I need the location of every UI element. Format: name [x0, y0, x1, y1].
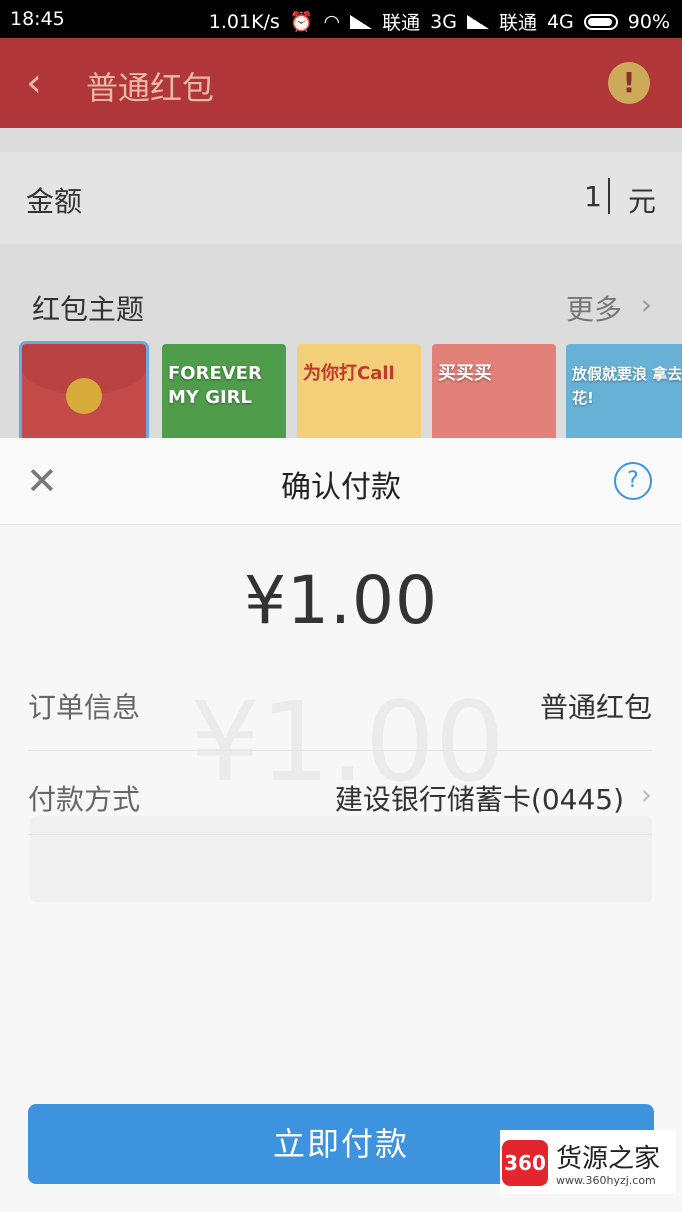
status-right: 1.01K/s ⏰ ◠ 联通 3G 联通 4G 90% [209, 8, 670, 35]
payment-method-value: 建设银行储蓄卡(0445) [334, 783, 624, 816]
order-info-value: 普通红包 [539, 691, 652, 724]
amount-label: 金额 [26, 185, 83, 218]
payment-method-row[interactable]: 付款方式 建设银行储蓄卡(0445) › [28, 750, 652, 840]
app-header: ‹ 普通红包 ! [0, 38, 682, 128]
watermark-brand: 货源之家 [556, 1144, 661, 1174]
order-info-label: 订单信息 [28, 691, 141, 724]
theme-card-text: 买买买 [438, 363, 492, 384]
net-speed: 1.01K/s [208, 10, 280, 33]
theme-card-text: 为你打Call [303, 363, 395, 384]
help-icon[interactable]: ? [614, 462, 652, 500]
alarm-icon: ⏰ [289, 11, 314, 33]
payment-amount: ¥1.00 [244, 562, 438, 639]
text-caret [608, 178, 610, 214]
confirm-payment-sheet: ✕ 确认付款 ? ¥1.00 ¥1.00 订单信息 普通红包 付款方式 建设银行… [0, 438, 682, 1212]
sheet-header: ✕ 确认付款 ? [0, 438, 682, 525]
carrier-2: 联通 [498, 12, 537, 34]
coin-icon [66, 378, 102, 414]
signal-icon-2 [466, 14, 489, 29]
divider [28, 834, 652, 835]
battery-level: 90% [627, 10, 670, 33]
carrier-1: 联通 [382, 12, 421, 34]
status-bar: 18:45 1.01K/s ⏰ ◠ 联通 3G 联通 4G 90% [0, 0, 682, 38]
amount-row[interactable]: 金额 1 元 [0, 152, 682, 244]
theme-section-title: 红包主题 [32, 293, 145, 326]
chevron-right-icon: › [640, 288, 652, 321]
theme-card-text: 放假就要浪 拿去花! [572, 365, 682, 407]
wifi-icon: ◠ [323, 10, 341, 33]
watermark-logo: 360 [502, 1140, 548, 1186]
warning-icon[interactable]: ! [608, 62, 650, 104]
page-title: 普通红包 [86, 69, 215, 107]
network-2: 4G [546, 10, 574, 33]
status-time: 18:45 [10, 8, 65, 30]
payment-method-label: 付款方式 [28, 783, 141, 816]
background-form: 金额 1 元 红包主题 更多 › FOREVER MY GIRL 为你打Call… [0, 128, 682, 527]
sheet-title: 确认付款 [281, 470, 401, 505]
chevron-right-icon: › [640, 778, 652, 811]
order-info-row: 订单信息 普通红包 [28, 658, 652, 748]
amount-input-value[interactable]: 1 [584, 180, 602, 213]
watermark: 360 货源之家 www.360hyzj.com [500, 1130, 676, 1194]
amount-unit: 元 [627, 185, 656, 218]
network-1: 3G [430, 10, 457, 33]
signal-icon [350, 14, 373, 29]
theme-more-link[interactable]: 更多 [566, 288, 622, 328]
theme-card-text: FOREVER MY GIRL [168, 363, 262, 408]
back-chevron-icon[interactable]: ‹ [26, 58, 42, 108]
watermark-url: www.360hyzj.com [556, 1174, 656, 1187]
battery-icon [583, 13, 618, 30]
